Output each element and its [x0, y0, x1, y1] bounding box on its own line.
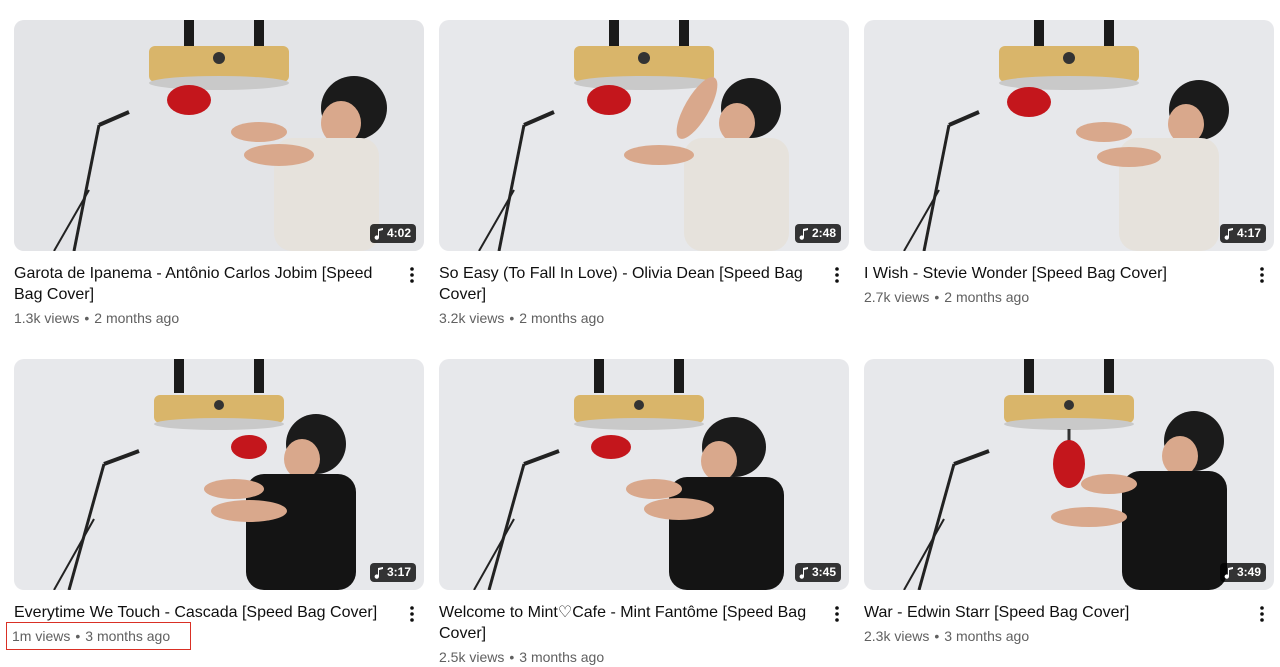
music-note-icon	[799, 566, 808, 579]
video-meta: So Easy (To Fall In Love) - Olivia Dean …	[439, 263, 849, 328]
video-thumbnail[interactable]: 3:49	[864, 359, 1274, 590]
separator-dot: •	[84, 310, 90, 326]
separator-dot: •	[934, 628, 940, 644]
more-actions-button[interactable]	[825, 261, 849, 289]
video-meta: I Wish - Stevie Wonder [Speed Bag Cover]…	[864, 263, 1274, 307]
duration-text: 2:48	[811, 226, 836, 240]
upload-age: 3 months ago	[519, 649, 605, 665]
more-actions-button[interactable]	[400, 600, 424, 628]
video-thumbnail[interactable]: 2:48	[439, 20, 849, 251]
separator-dot: •	[509, 310, 515, 326]
upload-age: 2 months ago	[944, 289, 1030, 305]
separator-dot: •	[509, 649, 515, 665]
video-title[interactable]: Everytime We Touch - Cascada [Speed Bag …	[14, 602, 388, 623]
video-card[interactable]: 4:02 Garota de Ipanema - Antônio Carlos …	[14, 20, 424, 328]
music-note-icon	[374, 566, 383, 579]
video-duration: 4:02	[369, 224, 416, 243]
video-grid: 4:02 Garota de Ipanema - Antônio Carlos …	[5, 20, 1274, 665]
video-duration: 4:17	[1219, 224, 1266, 243]
video-stats: 3.2k views • 2 months ago	[439, 308, 604, 328]
video-title[interactable]: So Easy (To Fall In Love) - Olivia Dean …	[439, 263, 813, 305]
thumbnail-scene	[439, 359, 849, 590]
video-stats: 2.5k views • 3 months ago	[439, 647, 604, 667]
view-count: 2.3k views	[864, 628, 930, 644]
video-stats: 2.3k views • 3 months ago	[864, 626, 1029, 646]
video-meta: Welcome to Mint♡Cafe - Mint Fantôme [Spe…	[439, 602, 849, 667]
video-title[interactable]: Garota de Ipanema - Antônio Carlos Jobim…	[14, 263, 388, 305]
video-duration: 3:49	[1219, 563, 1266, 582]
video-card[interactable]: 3:49 War - Edwin Starr [Speed Bag Cover]…	[864, 359, 1274, 646]
more-actions-button[interactable]	[825, 600, 849, 628]
video-thumbnail[interactable]: 3:17	[14, 359, 424, 590]
view-count: 1m views	[12, 628, 71, 644]
duration-text: 3:45	[811, 565, 836, 579]
music-note-icon	[1224, 566, 1233, 579]
video-card[interactable]: 3:17 Everytime We Touch - Cascada [Speed…	[5, 359, 424, 650]
video-duration: 2:48	[794, 224, 841, 243]
video-title[interactable]: I Wish - Stevie Wonder [Speed Bag Cover]	[864, 263, 1238, 284]
duration-text: 3:49	[1236, 565, 1261, 579]
more-vert-icon	[1260, 606, 1264, 622]
more-actions-button[interactable]	[1250, 261, 1274, 289]
more-vert-icon	[410, 267, 414, 283]
video-duration: 3:45	[794, 563, 841, 582]
video-card[interactable]: 3:45 Welcome to Mint♡Cafe - Mint Fantôme…	[439, 359, 849, 667]
thumbnail-scene	[14, 20, 424, 251]
more-actions-button[interactable]	[400, 261, 424, 289]
video-card[interactable]: 2:48 So Easy (To Fall In Love) - Olivia …	[439, 20, 849, 328]
view-count: 2.7k views	[864, 289, 930, 305]
video-duration: 3:17	[369, 563, 416, 582]
video-stats: 1.3k views • 2 months ago	[14, 308, 179, 328]
thumbnail-scene	[14, 359, 424, 590]
upload-age: 2 months ago	[519, 310, 605, 326]
upload-age: 3 months ago	[944, 628, 1030, 644]
video-title[interactable]: War - Edwin Starr [Speed Bag Cover]	[864, 602, 1238, 623]
video-title[interactable]: Welcome to Mint♡Cafe - Mint Fantôme [Spe…	[439, 602, 813, 644]
video-meta: Everytime We Touch - Cascada [Speed Bag …	[5, 600, 424, 650]
view-count: 3.2k views	[439, 310, 505, 326]
music-note-icon	[1224, 227, 1233, 240]
video-stats-highlighted: 1m views • 3 months ago	[5, 622, 192, 650]
more-vert-icon	[410, 606, 414, 622]
thumbnail-scene	[864, 20, 1274, 251]
duration-text: 4:02	[386, 226, 411, 240]
video-card[interactable]: 4:17 I Wish - Stevie Wonder [Speed Bag C…	[864, 20, 1274, 307]
duration-text: 3:17	[386, 565, 411, 579]
more-vert-icon	[1260, 267, 1264, 283]
view-count: 2.5k views	[439, 649, 505, 665]
separator-dot: •	[75, 628, 81, 644]
view-count: 1.3k views	[14, 310, 80, 326]
video-meta: War - Edwin Starr [Speed Bag Cover] 2.3k…	[864, 602, 1274, 646]
video-thumbnail[interactable]: 4:02	[14, 20, 424, 251]
more-vert-icon	[835, 606, 839, 622]
thumbnail-scene	[439, 20, 849, 251]
upload-age: 3 months ago	[85, 628, 171, 644]
duration-text: 4:17	[1236, 226, 1261, 240]
video-thumbnail[interactable]: 4:17	[864, 20, 1274, 251]
music-note-icon	[374, 227, 383, 240]
upload-age: 2 months ago	[94, 310, 180, 326]
separator-dot: •	[934, 289, 940, 305]
video-thumbnail[interactable]: 3:45	[439, 359, 849, 590]
more-vert-icon	[835, 267, 839, 283]
more-actions-button[interactable]	[1250, 600, 1274, 628]
video-stats: 2.7k views • 2 months ago	[864, 287, 1029, 307]
thumbnail-scene	[864, 359, 1274, 590]
music-note-icon	[799, 227, 808, 240]
video-meta: Garota de Ipanema - Antônio Carlos Jobim…	[14, 263, 424, 328]
